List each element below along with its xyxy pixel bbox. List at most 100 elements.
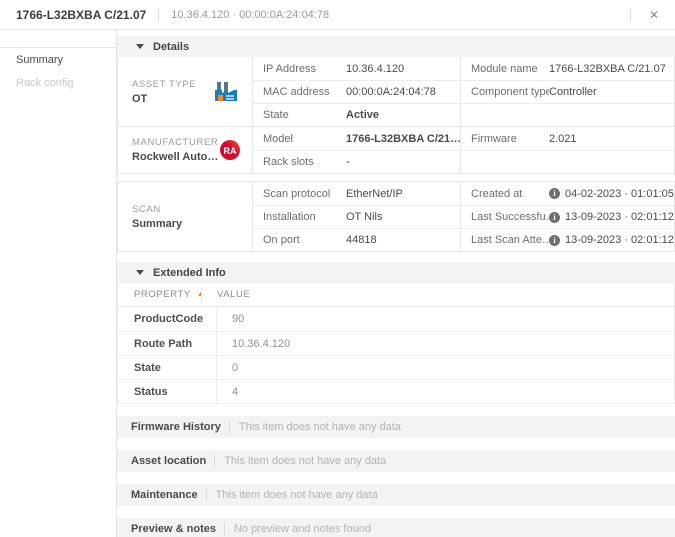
property-cell: ProductCode [118,307,217,331]
field-label: MAC address [263,86,346,98]
panel-header: 1766-L32BXBA C/21.07 10.36.4.120 · 00:00… [0,0,675,30]
field-label: On port [263,234,346,246]
details-section-label: Details [153,41,189,53]
table-row: ProductCode 90 [118,307,674,331]
field-value: 04-02-2023 · 01:01:05 [565,188,674,200]
asset-type-label: ASSET TYPE [132,79,196,90]
field-label: Last Successfu… [471,211,549,223]
table-row: On port44818 Last Scan Atte…i 13-09-2023 … [253,228,674,251]
asset-ip-mac: 10.36.4.120 · 00:00:0A:24:04:78 [171,9,329,21]
info-icon[interactable]: i [549,188,560,199]
chevron-down-icon [136,44,144,49]
manufacturer-label: MANUFACTURER [132,137,218,148]
details-table-scan: SCAN Summary Scan protocolEtherNet/IP Cr… [117,181,675,252]
field-value: OT Nils [346,211,382,223]
field-label: Module name [471,63,549,75]
field-label: Installation [263,211,346,223]
divider [229,421,230,433]
field-label: Firmware [471,133,549,145]
asset-type-value: OT [132,93,196,105]
field-value: Controller [549,86,597,98]
svg-text:RA: RA [224,146,237,156]
sidebar: Summary Rack config [0,30,117,537]
field-label: Last Scan Atte… [471,234,549,246]
scan-value: Summary [132,218,182,230]
no-data-message: No preview and notes found [234,523,371,535]
main-content: Details ASSET TYPE OT [117,30,675,537]
value-cell: 0 [217,356,674,379]
field-value: 10.36.4.120 [346,63,404,75]
maintenance-section[interactable]: Maintenance This item does not have any … [117,484,675,506]
details-table-top: ASSET TYPE OT IP Address10.36.4.120 [117,57,675,174]
manufacturer-value: Rockwell Auto… [132,151,218,163]
scan-cell: SCAN Summary [118,182,253,251]
divider [224,523,225,535]
sidebar-item-summary[interactable]: Summary [0,48,116,71]
divider [206,489,207,501]
field-value: 1766-L32BXBA C/21… [346,133,461,145]
field-value: 2.021 [549,133,577,145]
value-cell: 4 [217,380,674,403]
field-value: 1766-L32BXBA C/21.07 [549,63,666,75]
asset-location-section[interactable]: Asset location This item does not have a… [117,450,675,472]
asset-type-cell: ASSET TYPE OT [118,57,253,126]
sidebar-item-rack-config[interactable]: Rack config [0,71,116,94]
field-label: IP Address [263,63,346,75]
table-row: Rack slots- [253,150,674,173]
preview-notes-section[interactable]: Preview & notes No preview and notes fou… [117,518,675,537]
extended-info-label: Extended Info [153,267,226,279]
value-cell: 10.36.4.120 [217,332,674,355]
asset-location-label: Asset location [131,455,206,467]
field-value: 00:00:0A:24:04:78 [346,86,436,98]
extended-info-table: PROPERTY ▲ VALUE ProductCode 90 Route Pa… [117,283,675,404]
extended-info-section: Extended Info PROPERTY ▲ VALUE ProductCo… [117,262,675,404]
details-section-header[interactable]: Details [117,36,675,57]
preview-notes-label: Preview & notes [131,523,216,535]
field-value: EtherNet/IP [346,188,403,200]
value-cell: 90 [217,307,674,331]
field-label: Scan protocol [263,188,346,200]
factory-icon [212,80,240,104]
maintenance-label: Maintenance [131,489,198,501]
extended-info-header-row: PROPERTY ▲ VALUE [118,283,674,307]
extended-info-section-header[interactable]: Extended Info [117,262,675,283]
no-data-message: This item does not have any data [239,421,401,433]
manufacturer-cell: MANUFACTURER Rockwell Auto… RA [118,127,253,173]
table-row: Status 4 [118,379,674,403]
close-icon[interactable]: ✕ [643,7,665,23]
field-label: Model [263,133,346,145]
manufacturer-group: MANUFACTURER Rockwell Auto… RA [118,126,674,173]
column-header-value: VALUE [201,288,250,302]
field-value: 44818 [346,234,377,246]
field-value: 13-09-2023 · 02:01:12 [565,234,674,246]
field-value: - [346,156,350,168]
asset-title: 1766-L32BXBA C/21.07 [16,8,146,22]
property-cell: Route Path [118,332,217,355]
rockwell-logo: RA [218,138,242,162]
table-row: State 0 [118,355,674,379]
field-value: Active [346,109,379,121]
asset-type-group: ASSET TYPE OT IP Address10.36.4.120 [118,57,674,126]
header-divider [158,8,159,22]
chevron-down-icon [136,270,144,275]
column-header-property[interactable]: PROPERTY ▲ [118,289,201,300]
field-label: State [263,109,346,121]
header-divider-right [630,8,631,22]
firmware-history-section[interactable]: Firmware History This item does not have… [117,416,675,438]
divider [214,455,215,467]
table-row: Model1766-L32BXBA C/21… Firmware2.021 [253,127,674,150]
property-column-label: PROPERTY [134,289,191,300]
scan-label: SCAN [132,204,182,215]
info-icon[interactable]: i [549,235,560,246]
table-row: InstallationOT Nils Last Successfu…i13-0… [253,205,674,228]
info-icon[interactable]: i [549,212,560,223]
no-data-message: This item does not have any data [216,489,378,501]
scan-group: SCAN Summary Scan protocolEtherNet/IP Cr… [118,182,674,251]
no-data-message: This item does not have any data [224,455,386,467]
table-row: Scan protocolEtherNet/IP Created ati04-0… [253,182,674,205]
property-cell: State [118,356,217,379]
table-row: MAC address00:00:0A:24:04:78 Component t… [253,80,674,103]
property-cell: Status [118,380,217,403]
table-row: StateActive [253,103,674,126]
firmware-history-label: Firmware History [131,421,221,433]
